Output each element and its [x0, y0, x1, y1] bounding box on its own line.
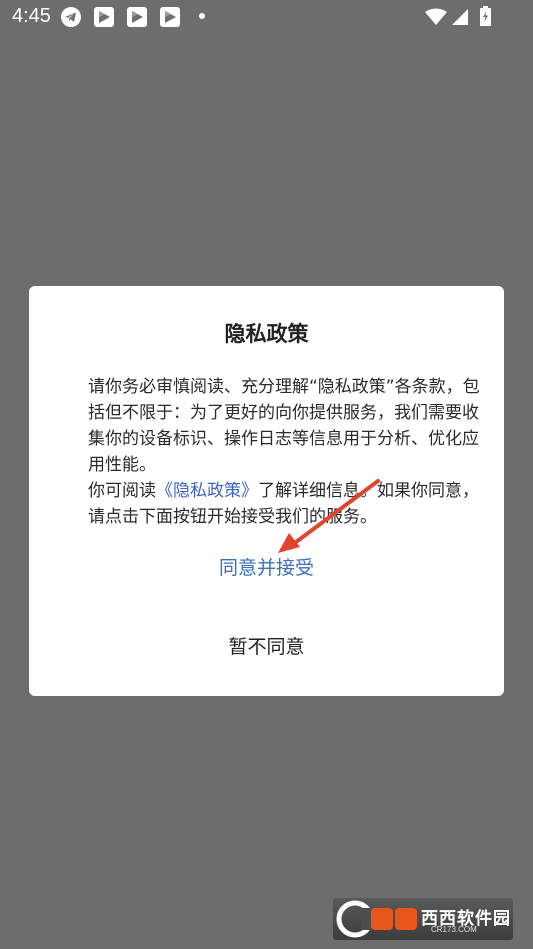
dialog-body: 请你务必审慎阅读、充分理解“隐私政策”各条款，包括但不限于：为了更好的向你提供服…	[46, 374, 488, 530]
screen: 4:45 隐私政策 请你务必审慎阅读、充分理解“隐私政策”各条款，包括但不限于：…	[0, 0, 533, 949]
status-bar: 4:45	[0, 0, 533, 34]
dialog-paragraph: 你可阅读《隐私政策》了解详细信息。如果你同意，请点击下面按钮开始接受我们的服务。	[46, 478, 488, 530]
watermark-logo-icon	[336, 900, 417, 938]
app-notification-icon	[160, 7, 180, 27]
app-notification-icon	[127, 7, 147, 27]
privacy-policy-link[interactable]: 《隐私政策》	[156, 481, 258, 501]
app-notification-icon	[94, 7, 114, 27]
decline-button[interactable]: 暂不同意	[29, 632, 504, 659]
dialog-title: 隐私政策	[224, 322, 309, 346]
cell-signal-icon	[452, 9, 468, 25]
battery-charging-icon	[480, 6, 491, 26]
wifi-icon	[425, 8, 447, 25]
telegram-icon	[61, 7, 81, 27]
privacy-dialog: 隐私政策 请你务必审慎阅读、充分理解“隐私政策”各条款，包括但不限于：为了更好的…	[29, 286, 504, 696]
accept-button[interactable]: 同意并接受	[29, 553, 504, 580]
paragraph-text: 你可阅读	[88, 481, 156, 501]
dialog-paragraph: 请你务必审慎阅读、充分理解“隐私政策”各条款，包括但不限于：为了更好的向你提供服…	[88, 377, 480, 475]
annotation-arrow-icon	[278, 479, 380, 553]
watermark: 西西软件园 CR173.COM	[333, 898, 513, 940]
more-dot-icon	[199, 13, 205, 19]
watermark-url: CR173.COM	[431, 925, 477, 934]
status-time: 4:45	[12, 5, 51, 27]
